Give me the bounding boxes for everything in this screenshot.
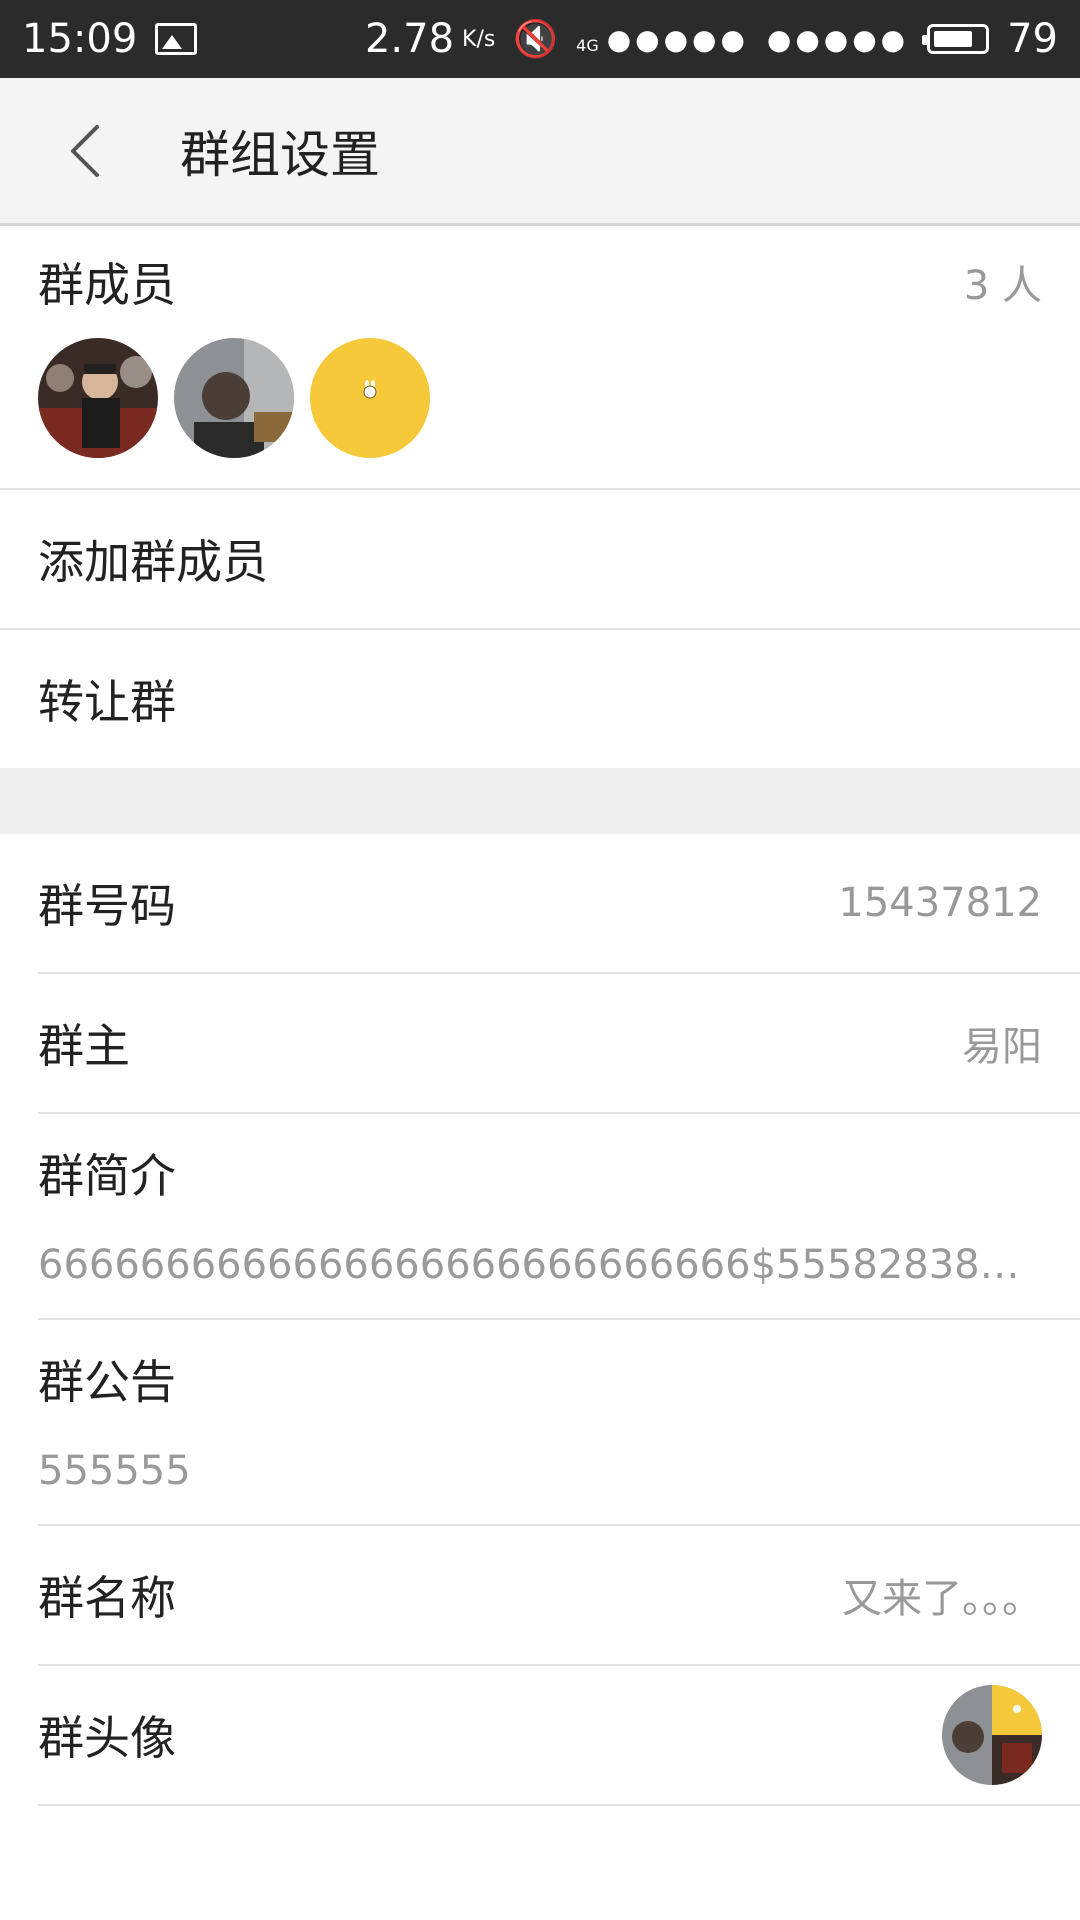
group-intro-label: 群简介	[38, 1149, 176, 1203]
section-gap	[0, 768, 1080, 834]
transfer-group-row[interactable]: 转让群	[0, 630, 1080, 768]
group-intro-row[interactable]: 群简介 6666666666666666666666666666$5558283…	[0, 1114, 1080, 1318]
member-avatar[interactable]	[174, 338, 294, 458]
group-notice-label: 群公告	[38, 1355, 176, 1409]
members-row[interactable]: 群成员 3 人	[0, 226, 1080, 338]
group-notice-value: 555555	[38, 1448, 191, 1494]
add-member-row[interactable]: 添加群成员	[0, 490, 1080, 628]
group-name-row[interactable]: 群名称 又来了。。。	[0, 1526, 1080, 1664]
avatar-icon	[38, 338, 158, 458]
status-time: 15:09	[22, 16, 138, 62]
group-number-label: 群号码	[38, 879, 176, 933]
group-number-row: 群号码 15437812	[0, 834, 1080, 972]
group-name-label: 群名称	[38, 1571, 176, 1625]
chevron-left-icon	[71, 124, 99, 177]
page-title: 群组设置	[180, 125, 380, 184]
mute-icon: 🔇	[513, 19, 559, 60]
app-bar: 群组设置	[0, 78, 1080, 226]
group-notice-row[interactable]: 群公告 555555	[0, 1320, 1080, 1524]
group-owner-label: 群主	[38, 1019, 130, 1073]
group-owner-row[interactable]: 群主 易阳	[0, 974, 1080, 1112]
member-avatar-list	[0, 338, 1080, 488]
members-label: 群成员	[38, 258, 176, 312]
back-button[interactable]	[40, 106, 130, 196]
group-info-section: 群号码 15437812 群主 易阳 群简介 66666666666666666…	[0, 834, 1080, 1806]
network-speed-unit: K/s	[462, 26, 496, 52]
group-number-value: 15437812	[838, 880, 1042, 926]
group-intro-value: 6666666666666666666666666666$555828383-3…	[38, 1242, 1038, 1288]
avatar-icon	[310, 338, 430, 458]
member-avatar[interactable]	[38, 338, 158, 458]
avatar-icon	[942, 1685, 1042, 1785]
divider	[38, 1804, 1080, 1806]
group-owner-value: 易阳	[962, 1024, 1042, 1070]
transfer-group-label: 转让群	[38, 675, 176, 729]
avatar-icon	[174, 338, 294, 458]
group-avatar-label: 群头像	[38, 1711, 176, 1765]
battery-fill	[934, 31, 973, 47]
signal-icon: ●●●●●	[606, 22, 749, 56]
status-bar: 15:09 2.78 K/s 🔇 4G ●●●●● ●●●●● 79	[0, 0, 1080, 78]
members-count: 3 人	[963, 263, 1042, 309]
group-avatar-row[interactable]: 群头像	[0, 1666, 1080, 1804]
network-speed: 2.78	[364, 16, 455, 62]
network-type: 4G	[576, 36, 599, 55]
image-icon	[155, 23, 198, 55]
members-section: 群成员 3 人 添加群成员 转让群	[0, 226, 1080, 768]
group-name-value: 又来了。。。	[842, 1576, 1042, 1622]
signal-icon-2: ●●●●●	[766, 22, 910, 56]
member-avatar[interactable]	[310, 338, 430, 458]
battery-level: 79	[1007, 16, 1058, 62]
battery-icon	[922, 24, 990, 54]
add-member-label: 添加群成员	[38, 535, 268, 589]
group-avatar[interactable]	[942, 1685, 1042, 1785]
